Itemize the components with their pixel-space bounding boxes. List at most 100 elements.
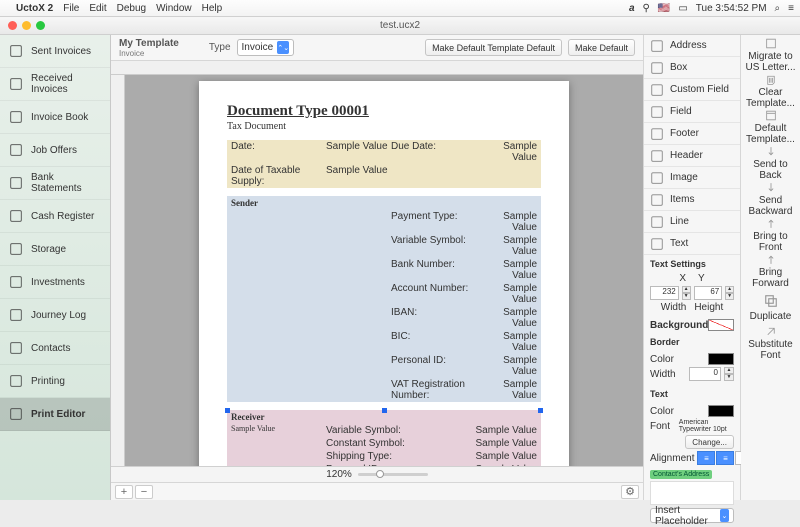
- info-section[interactable]: Date:Sample ValueDue Date:Sample ValueDa…: [227, 140, 541, 188]
- menu-debug[interactable]: Debug: [117, 3, 146, 14]
- change-font-button[interactable]: Change...: [685, 435, 734, 449]
- action-label: Bring to Front: [744, 231, 798, 253]
- palette-item-image[interactable]: Image: [644, 167, 740, 189]
- sidebar-item-label: Journey Log: [31, 310, 86, 321]
- sidebar-item-bank-statements[interactable]: Bank Statements: [0, 167, 110, 200]
- x-stepper[interactable]: ▲▼: [682, 286, 691, 300]
- info-row: Date:Sample ValueDue Date:Sample Value: [227, 140, 541, 164]
- make-default-button[interactable]: Make Default: [568, 39, 635, 56]
- palette-item-address[interactable]: Address: [644, 35, 740, 57]
- sidebar-item-print-editor[interactable]: Print Editor: [0, 398, 110, 431]
- zoom-slider[interactable]: [358, 473, 428, 476]
- insert-placeholder-button[interactable]: Insert Placeholder⌄: [650, 508, 734, 523]
- sidebar-item-storage[interactable]: Storage: [0, 233, 110, 266]
- sidebar-item-journey-log[interactable]: Journey Log: [0, 299, 110, 332]
- action-migrate-to-us-letter-[interactable]: Migrate to US Letter...: [744, 37, 798, 73]
- sidebar-item-invoice-book[interactable]: Invoice Book: [0, 101, 110, 134]
- background-swatch[interactable]: [708, 319, 734, 331]
- menu-window[interactable]: Window: [156, 3, 192, 14]
- add-button[interactable]: +: [115, 485, 133, 499]
- align-left-button[interactable]: ≡: [697, 451, 715, 465]
- page[interactable]: Document Type 00001 Tax Document Date:Sa…: [199, 81, 569, 466]
- y-field[interactable]: 67: [694, 286, 723, 300]
- sidebar-item-label: Contacts: [31, 343, 70, 354]
- align-center-button[interactable]: ≡: [716, 451, 734, 465]
- border-width-field[interactable]: 0: [689, 367, 721, 381]
- sidebar-item-sent-invoices[interactable]: Sent Invoices: [0, 35, 110, 68]
- action-icon: [762, 292, 780, 310]
- menu-wifi-icon[interactable]: ⚲: [643, 3, 650, 14]
- menu-list-icon[interactable]: ≡: [788, 3, 794, 14]
- sender-section[interactable]: Sender Payment Type:Sample ValueVariable…: [227, 196, 541, 402]
- menu-flag-icon[interactable]: 🇺🇸: [658, 3, 670, 14]
- palette-item-label: Items: [670, 194, 694, 205]
- sidebar-item-job-offers[interactable]: Job Offers: [0, 134, 110, 167]
- menu-app[interactable]: UctoX 2: [16, 3, 53, 14]
- menu-clock[interactable]: Tue 3:54:52 PM: [696, 3, 767, 14]
- palette-item-field[interactable]: Field: [644, 101, 740, 123]
- sidebar-item-label: Invoice Book: [31, 112, 88, 123]
- border-color-swatch[interactable]: [708, 353, 734, 365]
- palette-item-line[interactable]: Line: [644, 211, 740, 233]
- sidebar-item-label: Job Offers: [31, 145, 77, 156]
- gear-button[interactable]: ⚙: [621, 485, 639, 499]
- receiver-section[interactable]: Receiver Sample Value Variable Symbol:Sa…: [227, 410, 541, 466]
- zoom-bar: 120%: [111, 466, 643, 482]
- zoom-thumb[interactable]: [376, 470, 384, 478]
- action-send-to-back[interactable]: Send to Back: [744, 145, 798, 181]
- palette-item-header[interactable]: Header: [644, 145, 740, 167]
- menu-battery-icon[interactable]: ▭: [678, 3, 687, 14]
- action-clear-template-[interactable]: Clear Template...: [744, 73, 798, 109]
- type-select[interactable]: Invoice ⌃⌄: [237, 39, 295, 56]
- x-field[interactable]: 232: [650, 286, 679, 300]
- template-name: My Template: [119, 38, 179, 49]
- type-label: Type: [209, 42, 231, 53]
- sidebar-item-cash-register[interactable]: Cash Register: [0, 200, 110, 233]
- width-label: Width: [661, 302, 687, 313]
- placeholder-box[interactable]: [650, 481, 734, 505]
- make-default-template-default-button[interactable]: Make Default Template Default: [425, 39, 562, 56]
- action-bring-forward[interactable]: Bring Forward: [744, 253, 798, 289]
- sidebar-item-label: Print Editor: [31, 409, 85, 420]
- zoom-value: 120%: [326, 469, 352, 480]
- sidebar-item-printing[interactable]: Printing: [0, 365, 110, 398]
- remove-button[interactable]: −: [135, 485, 153, 499]
- selection-handle[interactable]: [382, 408, 387, 413]
- action-default-template-[interactable]: Default Template...: [744, 109, 798, 145]
- receiver-row: Personal ID:Sample Value: [322, 463, 541, 466]
- action-send-backward[interactable]: Send Backward: [744, 181, 798, 217]
- doc-subtitle[interactable]: Tax Document: [227, 121, 541, 132]
- menu-italic-a-icon[interactable]: a: [629, 3, 635, 14]
- ruler-vertical: [111, 75, 125, 466]
- placeholder-tag[interactable]: Contact's Address: [650, 470, 712, 479]
- selection-handle[interactable]: [538, 408, 543, 413]
- action-bring-to-front[interactable]: Bring to Front: [744, 217, 798, 253]
- palette-item-items[interactable]: Items: [644, 189, 740, 211]
- selection-handle[interactable]: [225, 408, 230, 413]
- menu-edit[interactable]: Edit: [89, 3, 106, 14]
- palette-item-footer[interactable]: Footer: [644, 123, 740, 145]
- palette-item-label: Text: [670, 238, 688, 249]
- text-color-swatch[interactable]: [708, 405, 734, 417]
- sidebar-item-contacts[interactable]: Contacts: [0, 332, 110, 365]
- sender-row: Account Number:Sample Value: [227, 282, 541, 306]
- action-duplicate[interactable]: Duplicate: [744, 289, 798, 325]
- sender-row: Variable Symbol:Sample Value: [227, 234, 541, 258]
- sidebar-item-received-invoices[interactable]: Received Invoices: [0, 68, 110, 101]
- menu-search-icon[interactable]: ⌕: [775, 3, 781, 14]
- sender-row: IBAN:Sample Value: [227, 306, 541, 330]
- palette-item-text[interactable]: Text: [644, 233, 740, 255]
- titlebar: test.ucx2: [0, 17, 800, 35]
- palette-item-box[interactable]: Box: [644, 57, 740, 79]
- sidebar-item-investments[interactable]: Investments: [0, 266, 110, 299]
- menu-file[interactable]: File: [63, 3, 79, 14]
- sender-row: BIC:Sample Value: [227, 330, 541, 354]
- doc-title[interactable]: Document Type 00001: [227, 103, 541, 120]
- palette-item-custom-field[interactable]: Custom Field: [644, 79, 740, 101]
- canvas[interactable]: Document Type 00001 Tax Document Date:Sa…: [125, 75, 643, 466]
- menu-help[interactable]: Help: [202, 3, 223, 14]
- y-stepper[interactable]: ▲▼: [725, 286, 734, 300]
- action-substitute-font[interactable]: Substitute Font: [744, 325, 798, 361]
- border-width-stepper[interactable]: ▲▼: [724, 367, 734, 381]
- receiver-row: Constant Symbol:Sample Value: [322, 437, 541, 450]
